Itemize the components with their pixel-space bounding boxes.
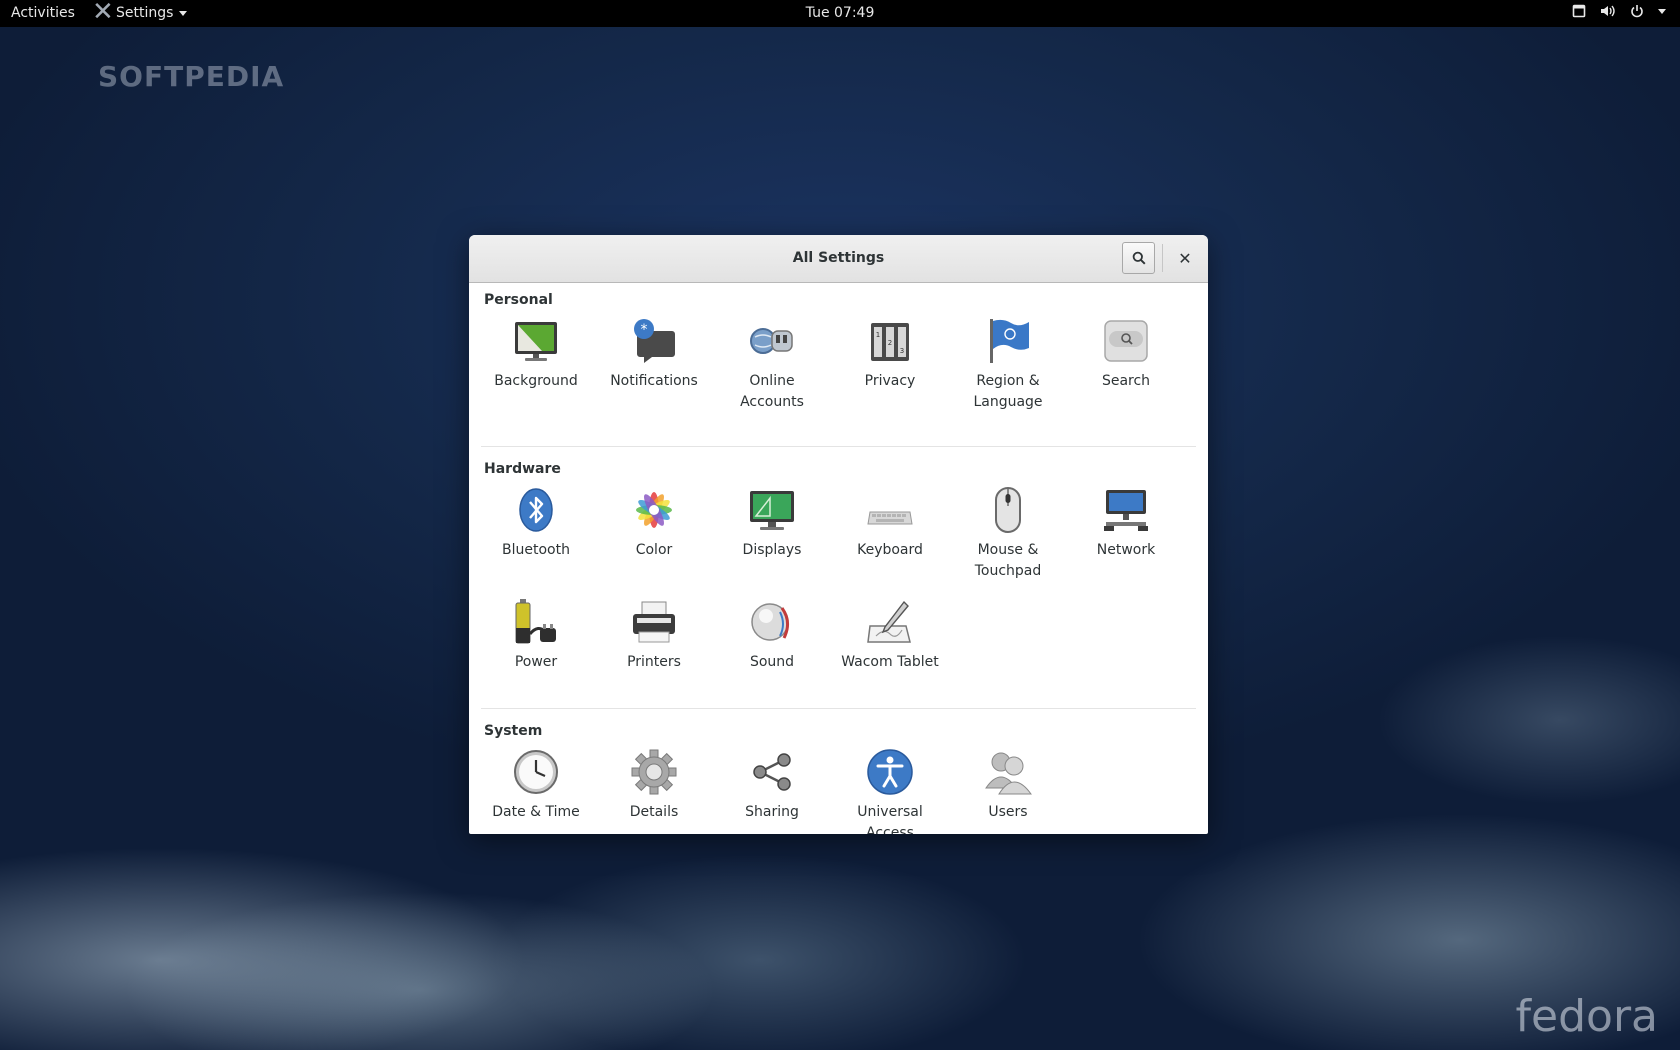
bluetooth-icon bbox=[519, 488, 553, 532]
close-icon: ✕ bbox=[1178, 248, 1192, 268]
status-menu-chevron-icon[interactable] bbox=[1658, 8, 1666, 14]
panel-date-time[interactable]: Date & Time bbox=[477, 748, 595, 823]
section-personal-label: Personal bbox=[484, 292, 553, 308]
sound-icon bbox=[751, 603, 789, 641]
mouse-touchpad-icon bbox=[995, 487, 1021, 533]
panel-details[interactable]: Details bbox=[595, 748, 713, 823]
panel-wacom-tablet[interactable]: Wacom Tablet bbox=[831, 598, 949, 673]
activities-button[interactable]: Activities bbox=[11, 5, 75, 21]
search-icon bbox=[1132, 251, 1146, 265]
displays-icon bbox=[750, 491, 794, 530]
panel-printers[interactable]: Printers bbox=[595, 598, 713, 673]
section-system-label: System bbox=[484, 723, 543, 739]
panel-mouse-touchpad[interactable]: Mouse & Touchpad bbox=[949, 486, 1067, 582]
panel-network[interactable]: Network bbox=[1067, 486, 1185, 561]
section-hardware-label: Hardware bbox=[484, 461, 561, 477]
softpedia-watermark: SOFTPEDIA bbox=[98, 60, 285, 93]
gear-icon bbox=[631, 749, 677, 795]
panel-users[interactable]: Users bbox=[949, 748, 1067, 823]
panel-color[interactable]: Color bbox=[595, 486, 713, 561]
window-switch-icon[interactable] bbox=[1572, 4, 1586, 18]
section-divider bbox=[481, 446, 1196, 447]
panel-sound[interactable]: Sound bbox=[713, 598, 831, 673]
panel-background[interactable]: Background bbox=[477, 317, 595, 392]
app-menu[interactable]: ✕ Settings bbox=[92, 0, 188, 25]
settings-window: All Settings ✕ Personal Background * Not… bbox=[469, 235, 1208, 834]
panel-bluetooth[interactable]: Bluetooth bbox=[477, 486, 595, 561]
background-icon bbox=[515, 322, 557, 361]
clock[interactable]: Tue 07:49 bbox=[806, 5, 875, 21]
privacy-icon: 1 2 3 bbox=[871, 323, 909, 361]
panel-online-accounts[interactable]: Online Accounts bbox=[713, 317, 831, 413]
online-accounts-icon bbox=[750, 328, 793, 354]
panel-privacy[interactable]: 1 2 3 Privacy bbox=[831, 317, 949, 392]
panel-power[interactable]: Power bbox=[477, 598, 595, 673]
panel-notifications[interactable]: * Notifications bbox=[595, 317, 713, 392]
panel-universal-access[interactable]: Universal Access bbox=[831, 748, 949, 834]
panel-sharing[interactable]: Sharing bbox=[713, 748, 831, 823]
header-separator bbox=[1162, 244, 1163, 272]
top-bar: Activities ✕ Settings Tue 07:49 bbox=[0, 0, 1680, 27]
keyboard-icon bbox=[867, 511, 913, 525]
fedora-watermark: fedora bbox=[1515, 991, 1658, 1042]
region-language-icon bbox=[990, 319, 1029, 363]
power-icon[interactable] bbox=[1630, 4, 1644, 18]
chevron-down-icon bbox=[179, 10, 188, 16]
accessibility-icon bbox=[867, 749, 913, 795]
svg-text:1: 1 bbox=[876, 331, 880, 339]
panel-region-language[interactable]: Region & Language bbox=[949, 317, 1067, 413]
wacom-tablet-icon bbox=[867, 600, 911, 643]
power-battery-icon bbox=[515, 599, 556, 644]
notifications-icon: * bbox=[634, 319, 675, 363]
panel-search[interactable]: Search bbox=[1067, 317, 1185, 392]
search-settings-icon bbox=[1104, 320, 1148, 362]
close-button[interactable]: ✕ bbox=[1172, 246, 1198, 270]
volume-icon[interactable] bbox=[1600, 4, 1616, 18]
network-icon bbox=[1104, 490, 1148, 531]
color-icon bbox=[636, 492, 672, 528]
app-menu-label: Settings bbox=[116, 5, 174, 21]
panel-keyboard[interactable]: Keyboard bbox=[831, 486, 949, 561]
clock-icon bbox=[514, 750, 558, 794]
search-button[interactable] bbox=[1122, 242, 1155, 274]
svg-text:*: * bbox=[641, 322, 648, 338]
printer-icon bbox=[633, 601, 675, 643]
users-icon bbox=[985, 752, 1032, 795]
panel-displays[interactable]: Displays bbox=[713, 486, 831, 561]
share-icon bbox=[753, 753, 791, 791]
header-bar: All Settings ✕ bbox=[469, 235, 1208, 283]
svg-text:2: 2 bbox=[888, 339, 892, 347]
svg-text:3: 3 bbox=[900, 347, 904, 355]
window-title: All Settings bbox=[792, 250, 885, 266]
system-status-area[interactable] bbox=[1572, 4, 1666, 18]
section-divider bbox=[481, 708, 1196, 709]
